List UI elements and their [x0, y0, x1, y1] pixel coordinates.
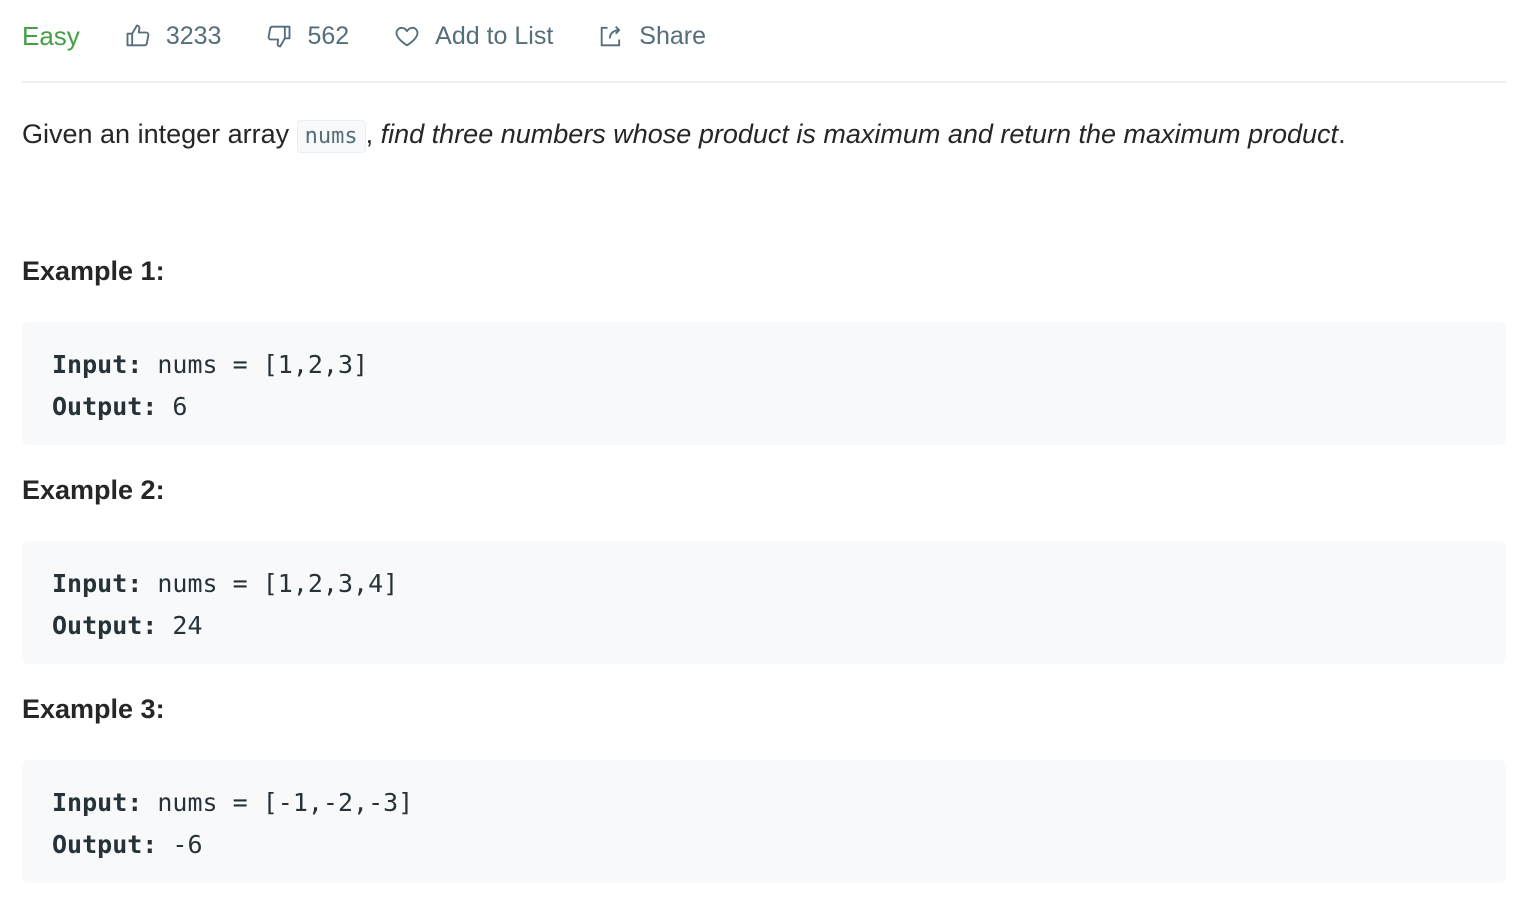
- share-button[interactable]: Share: [597, 22, 706, 51]
- example-1-title: Example 1:: [22, 256, 165, 286]
- input-value: nums = [1,2,3,4]: [142, 569, 399, 598]
- dislike-count: 562: [307, 21, 350, 50]
- add-to-list-label: Add to List: [435, 21, 554, 50]
- example-2-output-line: Output: 24: [52, 605, 1476, 647]
- problem-toolbar: Easy 3233 562 Add to List Share: [22, 14, 750, 58]
- like-count: 3233: [165, 21, 222, 50]
- output-label: Output:: [52, 611, 158, 640]
- inline-code-nums: nums: [296, 120, 366, 153]
- output-label: Output:: [52, 392, 158, 421]
- toolbar-divider: [22, 81, 1506, 83]
- example-1-box: Input: nums = [1,2,3] Output: 6: [22, 322, 1506, 445]
- input-value: nums = [1,2,3]: [142, 350, 369, 379]
- example-3-title: Example 3:: [22, 694, 165, 724]
- example-3-box: Input: nums = [-1,-2,-3] Output: -6: [22, 760, 1506, 883]
- output-value: 6: [157, 392, 188, 421]
- thumbs-up-icon: [124, 22, 152, 50]
- add-to-list-button[interactable]: Add to List: [393, 22, 553, 51]
- input-value: nums = [-1,-2,-3]: [142, 788, 414, 817]
- heart-icon: [393, 22, 421, 50]
- difficulty-label: Easy: [22, 20, 80, 51]
- share-icon: [597, 22, 625, 50]
- output-label: Output:: [52, 830, 158, 859]
- output-value: 24: [157, 611, 203, 640]
- description-prefix: Given an integer array: [22, 119, 297, 149]
- description-suffix: .: [1338, 119, 1346, 149]
- share-label: Share: [639, 21, 707, 50]
- example-2-input-line: Input: nums = [1,2,3,4]: [52, 563, 1476, 605]
- example-2-title: Example 2:: [22, 475, 165, 505]
- problem-description: Given an integer array nums, find three …: [22, 112, 1512, 159]
- input-label: Input:: [52, 569, 143, 598]
- output-value: -6: [157, 830, 203, 859]
- example-2-box: Input: nums = [1,2,3,4] Output: 24: [22, 541, 1506, 664]
- input-label: Input:: [52, 788, 143, 817]
- example-3-input-line: Input: nums = [-1,-2,-3]: [52, 782, 1476, 824]
- input-label: Input:: [52, 350, 143, 379]
- example-1-input-line: Input: nums = [1,2,3]: [52, 344, 1476, 386]
- example-3-output-line: Output: -6: [52, 824, 1476, 866]
- like-button[interactable]: 3233: [124, 21, 222, 51]
- thumbs-down-icon: [265, 22, 293, 50]
- description-separator: ,: [365, 119, 381, 149]
- dislike-button[interactable]: 562: [265, 22, 349, 51]
- description-italic: find three numbers whose product is maxi…: [380, 119, 1339, 149]
- example-1-output-line: Output: 6: [52, 386, 1476, 428]
